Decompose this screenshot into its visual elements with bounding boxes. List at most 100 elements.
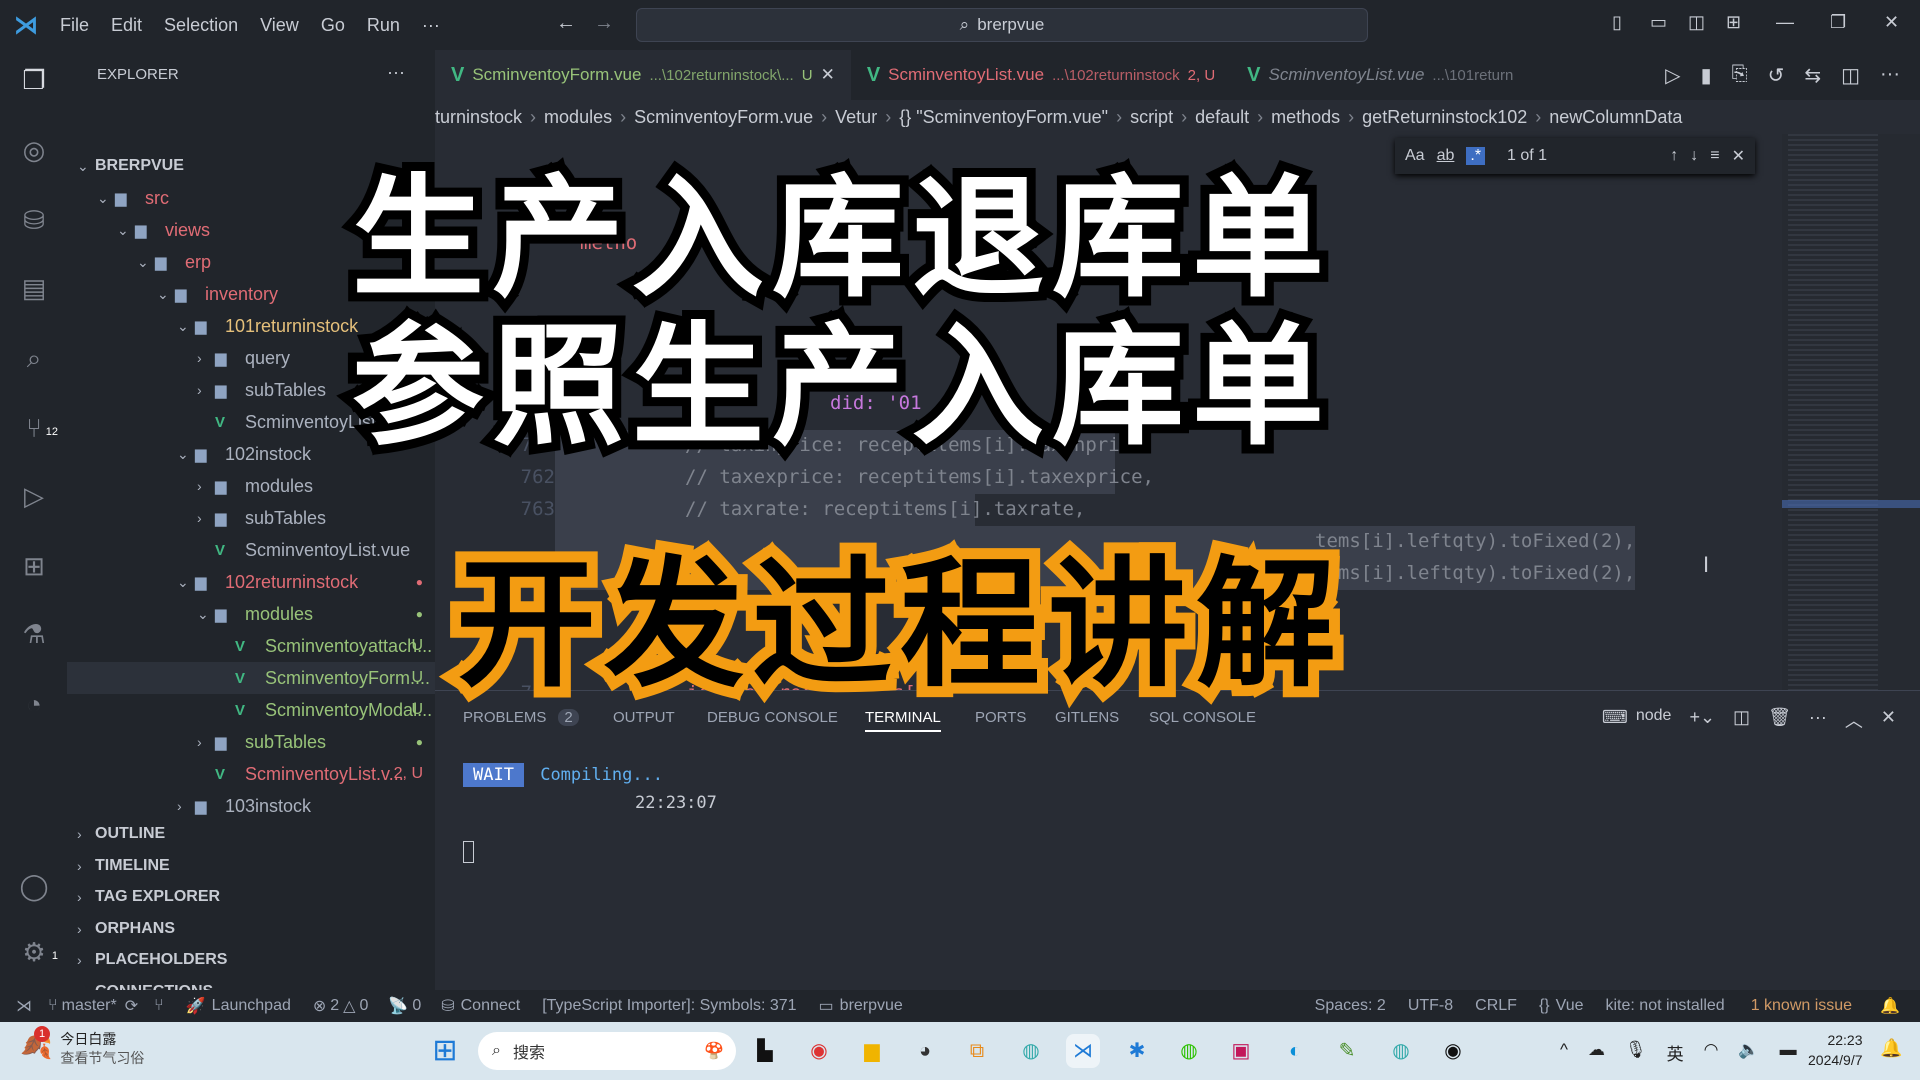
menu-item[interactable]: View: [260, 15, 299, 36]
terminal-shell-label[interactable]: node: [1636, 707, 1672, 733]
language-mode[interactable]: Vue: [1556, 997, 1584, 1015]
breadcrumb-item[interactable]: Vetur: [835, 107, 877, 128]
match-word-toggle[interactable]: ab: [1437, 147, 1455, 165]
sidebar-section-tag-explorer[interactable]: › TAG EXPLORER: [67, 881, 435, 913]
editor-tab[interactable]: V ScminventoyForm.vue ...\102returninstock…: [435, 50, 851, 100]
explorer-more-button[interactable]: ···: [387, 62, 405, 83]
breadcrumb-item[interactable]: getReturninstock102: [1362, 107, 1527, 128]
accounts-icon[interactable]: ◯: [16, 868, 52, 904]
source-control-icon[interactable]: ⑂ 12: [16, 410, 58, 446]
split-terminal-icon[interactable]: ◫: [1733, 707, 1750, 733]
database-icon[interactable]: ⛁: [16, 202, 52, 238]
warning-count[interactable]: 0: [359, 997, 368, 1015]
run-debug-icon[interactable]: ▷: [16, 478, 52, 514]
terminal-cursor[interactable]: [463, 841, 474, 863]
graph-icon[interactable]: ⑂: [154, 997, 164, 1015]
sidebar-section-outline[interactable]: › OUTLINE: [67, 818, 435, 850]
search-icon[interactable]: ⌕: [16, 340, 52, 376]
task-view-icon[interactable]: ▙: [748, 1034, 782, 1068]
sidebar-section-timeline[interactable]: › TIMELINE: [67, 850, 435, 882]
menu-item[interactable]: Go: [321, 15, 345, 36]
remote-desktop-icon[interactable]: ⧉: [960, 1034, 994, 1068]
volume-icon[interactable]: 🔈: [1738, 1040, 1759, 1065]
clock[interactable]: 22:23 2024/9/7: [1808, 1030, 1863, 1070]
obs-icon[interactable]: ◉: [1436, 1034, 1470, 1068]
connect-label[interactable]: Connect: [461, 997, 521, 1015]
editor-tab[interactable]: V ScminventoyList.vue ...\102returninstock…: [851, 50, 1231, 100]
sidebar-section-orphans[interactable]: › ORPHANS: [67, 913, 435, 945]
regex-toggle[interactable]: .*: [1466, 147, 1486, 165]
file-explorer-icon[interactable]: ▆: [855, 1034, 889, 1068]
maximize-button[interactable]: ❐: [1830, 12, 1846, 33]
explorer-icon[interactable]: ❐: [16, 62, 52, 98]
battery-icon[interactable]: ▬: [1780, 1040, 1797, 1065]
breadcrumb-item[interactable]: newColumnData: [1549, 107, 1682, 128]
testing-icon[interactable]: ⚗: [16, 616, 52, 652]
vscode-taskbar-icon[interactable]: ⋊: [1066, 1034, 1100, 1068]
folder-item[interactable]: › ▆ subTables: [67, 502, 435, 534]
bookmark-icon[interactable]: ▮: [1701, 63, 1712, 88]
sync-icon[interactable]: ⟳: [125, 996, 138, 1016]
folder-item[interactable]: › ▆ modules: [67, 470, 435, 502]
taskbar-search[interactable]: ⌕ 搜索 🍄: [478, 1032, 736, 1070]
forward-arrow-icon[interactable]: →: [594, 12, 614, 35]
notepad-icon[interactable]: ✎: [1330, 1034, 1364, 1068]
layout-icon[interactable]: ⊞: [1726, 12, 1741, 33]
feishu-icon[interactable]: ✱: [1120, 1034, 1154, 1068]
microphone-icon[interactable]: 🎙: [1625, 1040, 1647, 1065]
extensions-icon[interactable]: ⊞: [16, 548, 52, 584]
file-item[interactable]: V ScminventoyList.v... 2, U: [67, 758, 435, 790]
close-tab-icon[interactable]: ✕: [821, 65, 835, 85]
launchpad-label[interactable]: Launchpad: [212, 997, 291, 1015]
chrome-icon[interactable]: ◉: [802, 1034, 836, 1068]
branch-label[interactable]: master*: [62, 997, 117, 1015]
split-editor-icon[interactable]: ◫: [1841, 63, 1860, 88]
windows-start-icon[interactable]: ⊞: [428, 1034, 462, 1068]
typescript-importer-status[interactable]: [TypeScript Importer]: Symbols: 371: [542, 997, 796, 1015]
known-issue[interactable]: 1 known issue: [1751, 997, 1852, 1015]
edge-icon[interactable]: ◐: [1278, 1034, 1312, 1068]
notification-bell-icon[interactable]: 🔔: [1880, 1038, 1902, 1059]
file-item[interactable]: V ScminventoyModal... U: [67, 694, 435, 726]
new-terminal-button[interactable]: +⌄: [1689, 707, 1715, 733]
eol[interactable]: CRLF: [1475, 997, 1517, 1015]
settings-gear-icon[interactable]: ⚙ 1: [16, 934, 58, 970]
menu-item[interactable]: Edit: [111, 15, 142, 36]
more-actions-icon[interactable]: ···: [1880, 63, 1900, 88]
menu-item[interactable]: Selection: [164, 15, 238, 36]
ime-indicator[interactable]: 英: [1667, 1040, 1684, 1065]
maximize-panel-icon[interactable]: ︿: [1845, 707, 1863, 733]
command-center-search[interactable]: ⌕ brerpvue: [636, 8, 1368, 42]
match-case-toggle[interactable]: Aa: [1405, 147, 1425, 165]
notifications-bell-icon[interactable]: 🔔: [1880, 996, 1900, 1016]
folder-label[interactable]: brerpvue: [840, 997, 903, 1015]
history-icon[interactable]: ↺: [1768, 63, 1785, 88]
toggle-secondary-sidebar-icon[interactable]: ◫: [1688, 12, 1705, 33]
breadcrumb-item[interactable]: script: [1130, 107, 1173, 128]
gitlens-icon[interactable]: ◔: [16, 686, 52, 722]
more-icon[interactable]: ···: [1809, 707, 1827, 733]
next-match-icon[interactable]: ↓: [1690, 147, 1698, 165]
breadcrumb-item[interactable]: default: [1195, 107, 1249, 128]
remote-icon[interactable]: ⋊: [16, 996, 32, 1016]
menu-item[interactable]: Run: [367, 15, 400, 36]
folder-item[interactable]: › ▆ subTables ●: [67, 726, 435, 758]
remote-explorer-icon[interactable]: ◎: [16, 132, 52, 168]
folder-item[interactable]: ⌄ ▆ 102returninstock ●: [67, 566, 435, 598]
close-panel-icon[interactable]: ✕: [1881, 707, 1896, 733]
intellij-icon[interactable]: ▣: [1224, 1034, 1258, 1068]
close-find-icon[interactable]: ✕: [1732, 146, 1745, 166]
weather-widget[interactable]: 🍂 1 今日白露 查看节气习俗: [20, 1026, 144, 1068]
toggle-panel-icon[interactable]: ▭: [1650, 12, 1667, 33]
breadcrumb-item[interactable]: ScminventoyForm.vue: [634, 107, 813, 128]
indentation[interactable]: Spaces: 2: [1315, 997, 1386, 1015]
breadcrumb-item[interactable]: methods: [1271, 107, 1340, 128]
breadcrumb-item[interactable]: turninstock: [435, 107, 522, 128]
previous-match-icon[interactable]: ↑: [1670, 147, 1678, 165]
app-avatar-icon-2[interactable]: ◍: [1384, 1034, 1418, 1068]
breadcrumb-item[interactable]: {} "ScminventoyForm.vue": [899, 107, 1108, 128]
close-window-button[interactable]: ✕: [1884, 12, 1899, 33]
show-hidden-icons-chevron[interactable]: ^: [1560, 1040, 1568, 1065]
menu-item[interactable]: ···: [422, 15, 440, 36]
find-in-selection-icon[interactable]: ≡: [1710, 147, 1719, 165]
